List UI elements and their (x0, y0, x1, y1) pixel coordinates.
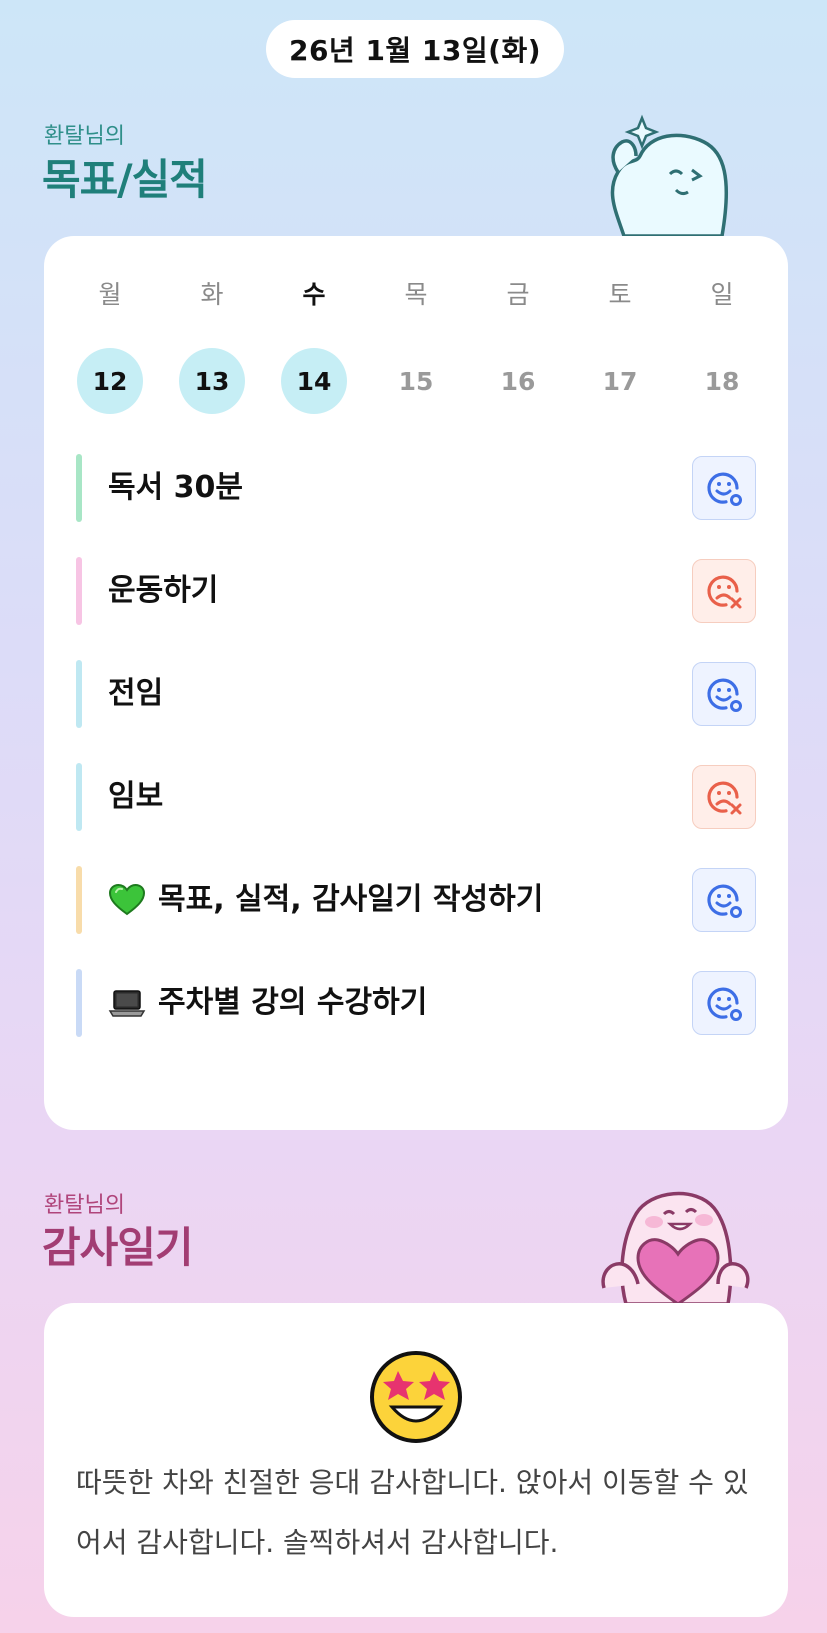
goal-item: 전임 (76, 660, 756, 728)
smile-check-icon (707, 472, 742, 506)
day-date: 18 (704, 366, 740, 396)
day-date: 15 (398, 366, 434, 396)
day-tue[interactable]: 화 13 (178, 278, 246, 414)
heart-holding-mascot (601, 1191, 750, 1304)
sparkle-ghost-mascot (610, 114, 729, 236)
laptop-icon (108, 988, 146, 1018)
goal-color-bar (76, 557, 82, 625)
day-name: 토 (608, 280, 632, 309)
goal-color-bar (76, 969, 82, 1037)
day-sat[interactable]: 토 17 (586, 278, 654, 414)
day-name: 화 (200, 280, 224, 309)
missed-status-button[interactable] (692, 765, 756, 829)
star-struck-face-icon (370, 1351, 462, 1443)
goals-card: 월 12 화 13 수 14 목 15 금 16 토 17 일 18 독서 30… (44, 236, 788, 1130)
green-heart-icon (108, 883, 146, 917)
gratitude-text: 따뜻한 차와 친절한 응대 감사합니다. 앉아서 이동할 수 있어서 감사합니다… (76, 1466, 749, 1559)
smile-check-icon (707, 884, 742, 918)
day-date: 14 (281, 348, 347, 414)
day-thu[interactable]: 목 15 (382, 278, 450, 414)
day-sun[interactable]: 일 18 (688, 278, 756, 414)
achieved-status-button[interactable] (692, 456, 756, 520)
goal-color-bar (76, 763, 82, 831)
missed-status-button[interactable] (692, 559, 756, 623)
goal-item: 주차별 강의 수강하기 (76, 969, 756, 1037)
day-date: 16 (500, 366, 536, 396)
day-name: 목 (404, 280, 428, 309)
day-date: 13 (179, 348, 245, 414)
gratitude-card: 따뜻한 차와 친절한 응대 감사합니다. 앉아서 이동할 수 있어서 감사합니다… (44, 1303, 788, 1617)
day-date: 17 (602, 366, 638, 396)
day-fri[interactable]: 금 16 (484, 278, 552, 414)
day-wed[interactable]: 수 14 (280, 278, 348, 414)
achieved-status-button[interactable] (692, 662, 756, 726)
goals-title: 목표/실적 (42, 155, 208, 204)
sad-x-icon (707, 575, 742, 609)
goal-label: 독서 30분 (108, 470, 243, 505)
goal-item: 독서 30분 (76, 454, 756, 522)
goal-item: 운동하기 (76, 557, 756, 625)
goal-label: 주차별 강의 수강하기 (108, 969, 427, 1037)
smile-check-icon (707, 678, 742, 712)
day-mon[interactable]: 월 12 (76, 278, 144, 414)
smile-check-icon (707, 987, 742, 1021)
goal-color-bar (76, 866, 82, 934)
date-text: 26년 1월 13일(화) (288, 34, 542, 67)
achieved-status-button[interactable] (692, 868, 756, 932)
day-name: 금 (506, 280, 530, 309)
achieved-status-button[interactable] (692, 971, 756, 1035)
sad-x-icon (707, 781, 742, 815)
gratitude-title: 감사일기 (42, 1223, 194, 1272)
day-name: 수 (302, 280, 326, 309)
goal-label: 전임 (108, 676, 164, 711)
day-name: 일 (710, 280, 734, 309)
goal-label: 임보 (108, 779, 164, 814)
goal-color-bar (76, 454, 82, 522)
date-pill: 26년 1월 13일(화) (266, 20, 564, 78)
goal-color-bar (76, 660, 82, 728)
goal-item: 목표, 실적, 감사일기 작성하기 (76, 866, 756, 934)
goal-item: 임보 (76, 763, 756, 831)
day-date: 12 (77, 348, 143, 414)
goal-label: 목표, 실적, 감사일기 작성하기 (108, 866, 543, 934)
day-name: 월 (98, 280, 122, 309)
goal-label: 운동하기 (108, 573, 219, 608)
